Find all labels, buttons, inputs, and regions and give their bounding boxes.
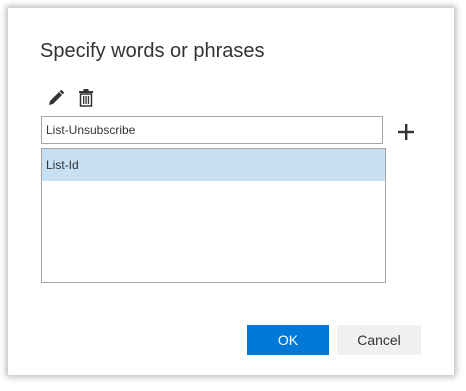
plus-icon — [398, 124, 414, 140]
specify-words-dialog: Specify words or phrases List-Id OK Canc… — [8, 8, 454, 375]
phrase-list[interactable]: List-Id — [41, 148, 386, 283]
pencil-icon — [49, 90, 64, 105]
dialog-title: Specify words or phrases — [40, 40, 265, 62]
delete-button[interactable] — [76, 88, 96, 108]
trash-icon — [79, 89, 93, 107]
list-item[interactable]: List-Id — [42, 149, 385, 181]
phrase-input[interactable] — [41, 116, 383, 144]
cancel-button[interactable]: Cancel — [337, 325, 421, 355]
edit-button[interactable] — [46, 88, 66, 108]
ok-button[interactable]: OK — [247, 325, 329, 355]
add-button[interactable] — [396, 122, 416, 142]
